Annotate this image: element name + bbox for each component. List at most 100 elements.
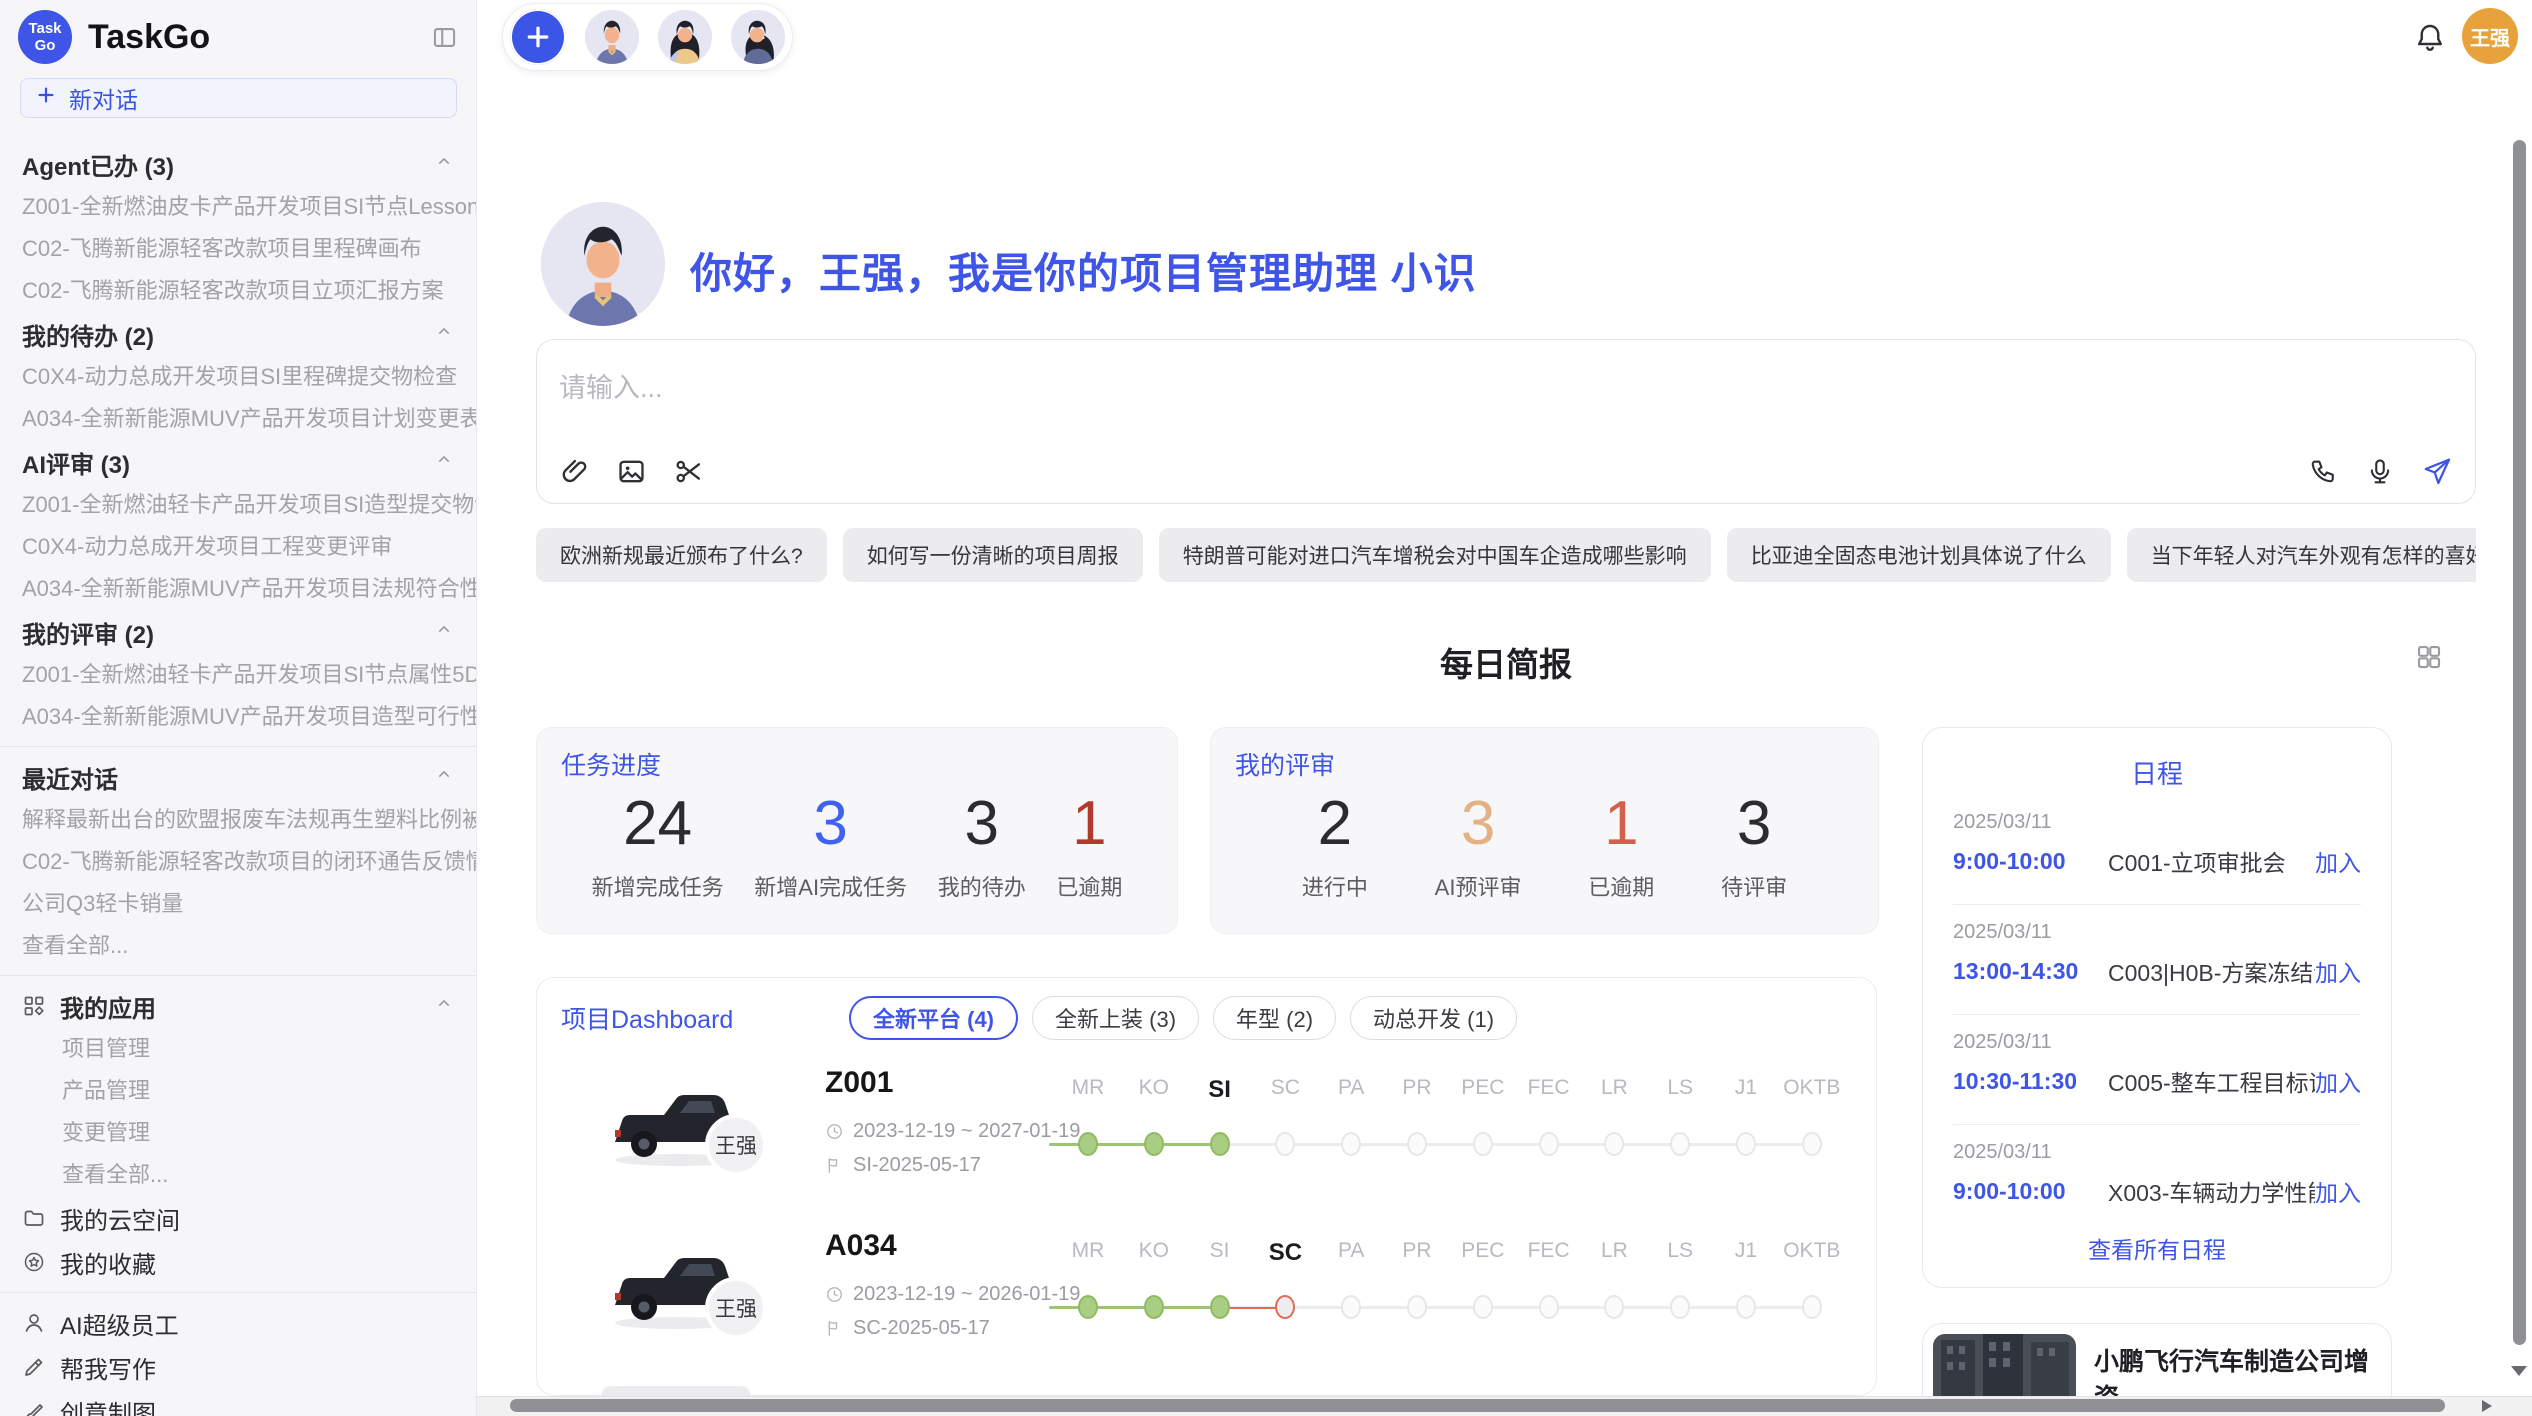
milestone-dot[interactable] — [1604, 1295, 1624, 1319]
milestone-dot[interactable] — [1604, 1132, 1624, 1156]
sidebar-item-folder[interactable]: 我的云空间 — [0, 1196, 476, 1240]
notification-bell-icon[interactable] — [2412, 20, 2448, 56]
attachment-icon[interactable] — [559, 456, 590, 487]
sidebar-item-my-apps[interactable]: 我的应用 — [0, 984, 476, 1028]
milestone-dot[interactable] — [1341, 1132, 1361, 1156]
section-header-2[interactable]: AI评审 (3) — [0, 440, 476, 484]
suggestion-chip[interactable]: 特朗普可能对进口汽车增税会对中国车企造成哪些影响 — [1159, 528, 1711, 582]
sidebar-item-brush[interactable]: 创意制图 — [0, 1389, 476, 1416]
send-icon[interactable] — [2421, 455, 2453, 487]
section-header-0[interactable]: Agent已办 (3) — [0, 142, 476, 186]
sidebar-item[interactable]: A034-全新新能源MUV产品开发项目计划变更表编写 — [0, 398, 476, 440]
phone-call-icon[interactable] — [2309, 456, 2339, 486]
milestone-label: FEC — [1528, 1239, 1570, 1263]
suggestion-chip[interactable]: 比亚迪全固态电池计划具体说了什么 — [1727, 528, 2111, 582]
app-item[interactable]: 项目管理 — [0, 1028, 476, 1070]
milestone-label: KO — [1139, 1239, 1169, 1263]
recent-chat-item[interactable]: C02-飞腾新能源轻客改款项目的闭环通告反馈情况 — [0, 841, 476, 883]
join-link[interactable]: 加入 — [2315, 1064, 2361, 1098]
join-link[interactable]: 加入 — [2315, 844, 2361, 878]
vertical-scrollbar-thumb[interactable] — [2513, 140, 2526, 1345]
filter-pill[interactable]: 年型 (2) — [1213, 996, 1336, 1040]
suggestion-chip[interactable]: 欧洲新规最近颁布了什么? — [536, 528, 827, 582]
sidebar-item[interactable]: A034-全新新能源MUV产品开发项目造型可行性评审 — [0, 696, 476, 738]
horizontal-scrollbar-thumb[interactable] — [510, 1399, 2445, 1412]
sidebar-item-star[interactable]: 我的收藏 — [0, 1240, 476, 1284]
app-item[interactable]: 查看全部... — [0, 1154, 476, 1196]
milestone-label: SI — [1210, 1239, 1230, 1263]
milestone-dot[interactable] — [1802, 1132, 1822, 1156]
milestone-dot[interactable] — [1144, 1295, 1164, 1319]
milestone-dot[interactable] — [1802, 1295, 1822, 1319]
suggestion-chip[interactable]: 当下年轻人对汽车外观有怎样的喜好趋势 — [2127, 528, 2476, 582]
milestone-dot[interactable] — [1539, 1295, 1559, 1319]
section-header-recent[interactable]: 最近对话 — [0, 755, 476, 799]
add-member-button[interactable] — [510, 9, 566, 65]
milestone-dot[interactable] — [1275, 1295, 1295, 1319]
sidebar-item-robot[interactable]: AI超级员工 — [0, 1301, 476, 1345]
filter-pill[interactable]: 动总开发 (1) — [1350, 996, 1517, 1040]
milestone-dot[interactable] — [1407, 1295, 1427, 1319]
milestone-dot[interactable] — [1275, 1132, 1295, 1156]
milestone-label: LS — [1667, 1239, 1693, 1263]
milestone-dot[interactable] — [1539, 1132, 1559, 1156]
app-item[interactable]: 变更管理 — [0, 1112, 476, 1154]
chevron-up-icon — [434, 992, 454, 1020]
milestone-dot[interactable] — [1670, 1295, 1690, 1319]
member-avatar[interactable] — [585, 10, 639, 64]
chat-input-box[interactable]: 请输入... — [536, 339, 2476, 504]
section-header-3[interactable]: 我的评审 (2) — [0, 610, 476, 654]
chevron-up-icon — [434, 150, 454, 178]
milestone-dot[interactable] — [1341, 1295, 1361, 1319]
member-avatar[interactable] — [731, 10, 785, 64]
user-avatar[interactable]: 王强 — [2462, 8, 2518, 64]
join-link[interactable]: 加入 — [2315, 954, 2361, 988]
collapse-sidebar-icon[interactable] — [431, 24, 458, 51]
join-link[interactable]: 加入 — [2315, 1174, 2361, 1208]
milestone-dot[interactable] — [1210, 1295, 1230, 1319]
filter-pill[interactable]: 全新平台 (4) — [849, 996, 1018, 1040]
milestone-dot[interactable] — [1473, 1295, 1493, 1319]
milestone-label: LR — [1601, 1239, 1628, 1263]
sidebar-item[interactable]: Z001-全新燃油轻卡产品开发项目SI节点属性5D文件评审 — [0, 654, 476, 696]
sidebar-item[interactable]: C02-飞腾新能源轻客改款项目里程碑画布 — [0, 228, 476, 270]
layout-grid-icon[interactable] — [2414, 642, 2444, 672]
sidebar-item[interactable]: Z001-全新燃油轻卡产品开发项目SI造型提交物评审 — [0, 484, 476, 526]
robot-icon — [22, 1311, 46, 1335]
milestone-dot[interactable] — [1473, 1132, 1493, 1156]
member-avatar[interactable] — [658, 10, 712, 64]
milestone-dot[interactable] — [1736, 1132, 1756, 1156]
view-all-schedule-link[interactable]: 查看所有日程 — [1953, 1231, 2361, 1269]
chat-input-placeholder[interactable]: 请输入... — [559, 366, 2453, 405]
new-chat-button[interactable]: 新对话 — [20, 78, 457, 118]
schedule-title: 日程 — [1953, 754, 2361, 791]
milestone-dot[interactable] — [1078, 1132, 1098, 1156]
milestone-dot[interactable] — [1736, 1295, 1756, 1319]
suggestion-chip[interactable]: 如何写一份清晰的项目周报 — [843, 528, 1143, 582]
scroll-right-arrow[interactable] — [2482, 1400, 2492, 1412]
stat-value: 2 — [1302, 788, 1368, 860]
milestone-dot[interactable] — [1210, 1132, 1230, 1156]
microphone-icon[interactable] — [2365, 456, 2395, 486]
recent-chat-item[interactable]: 解释最新出台的欧盟报废车法规再生塑料比例被调至15%... — [0, 799, 476, 841]
recent-chat-item[interactable]: 公司Q3轻卡销量 — [0, 883, 476, 925]
sidebar-item[interactable]: A034-全新新能源MUV产品开发项目法规符合性评审 — [0, 568, 476, 610]
screenshot-scissors-icon[interactable] — [673, 456, 704, 487]
image-upload-icon[interactable] — [616, 456, 647, 487]
sidebar-item[interactable]: Z001-全新燃油皮卡产品开发项目SI节点Lesson Learn报告 — [0, 186, 476, 228]
milestone-dot[interactable] — [1407, 1132, 1427, 1156]
sidebar-item[interactable]: C0X4-动力总成开发项目工程变更评审 — [0, 526, 476, 568]
sidebar-item-pen[interactable]: 帮我写作 — [0, 1345, 476, 1389]
app-item[interactable]: 产品管理 — [0, 1070, 476, 1112]
milestone-dot[interactable] — [1670, 1132, 1690, 1156]
scroll-down-arrow[interactable] — [2511, 1366, 2527, 1376]
milestone-label: SC — [1271, 1076, 1300, 1100]
filter-pill[interactable]: 全新上装 (3) — [1032, 996, 1199, 1040]
recent-chat-item[interactable]: 查看全部... — [0, 925, 476, 967]
section-header-1[interactable]: 我的待办 (2) — [0, 312, 476, 356]
milestone-dot[interactable] — [1078, 1295, 1098, 1319]
app-title: TaskGo — [88, 18, 431, 57]
milestone-dot[interactable] — [1144, 1132, 1164, 1156]
sidebar-item[interactable]: C0X4-动力总成开发项目SI里程碑提交物检查 — [0, 356, 476, 398]
sidebar-item[interactable]: C02-飞腾新能源轻客改款项目立项汇报方案 — [0, 270, 476, 312]
